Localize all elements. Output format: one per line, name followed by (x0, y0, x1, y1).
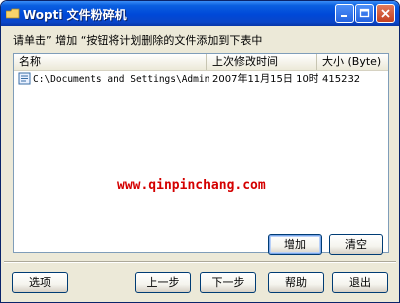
window-title: Wopti 文件粉碎机 (23, 8, 127, 22)
app-icon (5, 8, 20, 19)
instruction-text: 请单击” 增加 “按钮将计划删除的文件添加到下表中 (13, 34, 263, 47)
maximize-button[interactable] (355, 4, 374, 23)
file-list[interactable]: 名称 上次修改时间 大小 (Byte) C:\Documents and Set… (13, 53, 389, 253)
close-icon (381, 9, 390, 18)
file-modified: 2007年11月15日 10时27分 (212, 74, 318, 85)
file-icon (18, 72, 31, 85)
clear-button[interactable]: 清空 (329, 234, 383, 255)
minimize-button[interactable] (335, 4, 354, 23)
options-button[interactable]: 选项 (12, 272, 68, 293)
title-bar[interactable]: Wopti 文件粉碎机 (1, 1, 399, 26)
dialog-body: 请单击” 增加 “按钮将计划删除的文件添加到下表中 名称 上次修改时间 大小 (… (4, 26, 396, 301)
column-header-modified[interactable]: 上次修改时间 (207, 54, 317, 70)
list-header: 名称 上次修改时间 大小 (Byte) (14, 54, 388, 71)
separator (4, 261, 396, 263)
column-header-size[interactable]: 大小 (Byte) (317, 54, 388, 70)
next-button[interactable]: 下一步 (200, 272, 256, 293)
file-name: C:\Documents and Settings\Administ... (33, 74, 209, 85)
app-window: Wopti 文件粉碎机 请单击” 增加 “按钮将计划删除的文件添加到下表中 名称… (0, 0, 400, 303)
close-button[interactable] (376, 4, 395, 23)
minimize-icon (341, 15, 347, 17)
add-button[interactable]: 增加 (268, 234, 322, 255)
watermark-text: www.qinpinchang.com (117, 178, 266, 193)
column-header-name[interactable]: 名称 (14, 54, 207, 70)
file-size: 415232 (322, 74, 361, 85)
exit-button[interactable]: 退出 (332, 272, 388, 293)
help-button[interactable]: 帮助 (268, 272, 324, 293)
maximize-icon (359, 8, 370, 18)
previous-button[interactable]: 上一步 (135, 272, 191, 293)
list-item[interactable]: C:\Documents and Settings\Administ... 20… (14, 71, 388, 87)
